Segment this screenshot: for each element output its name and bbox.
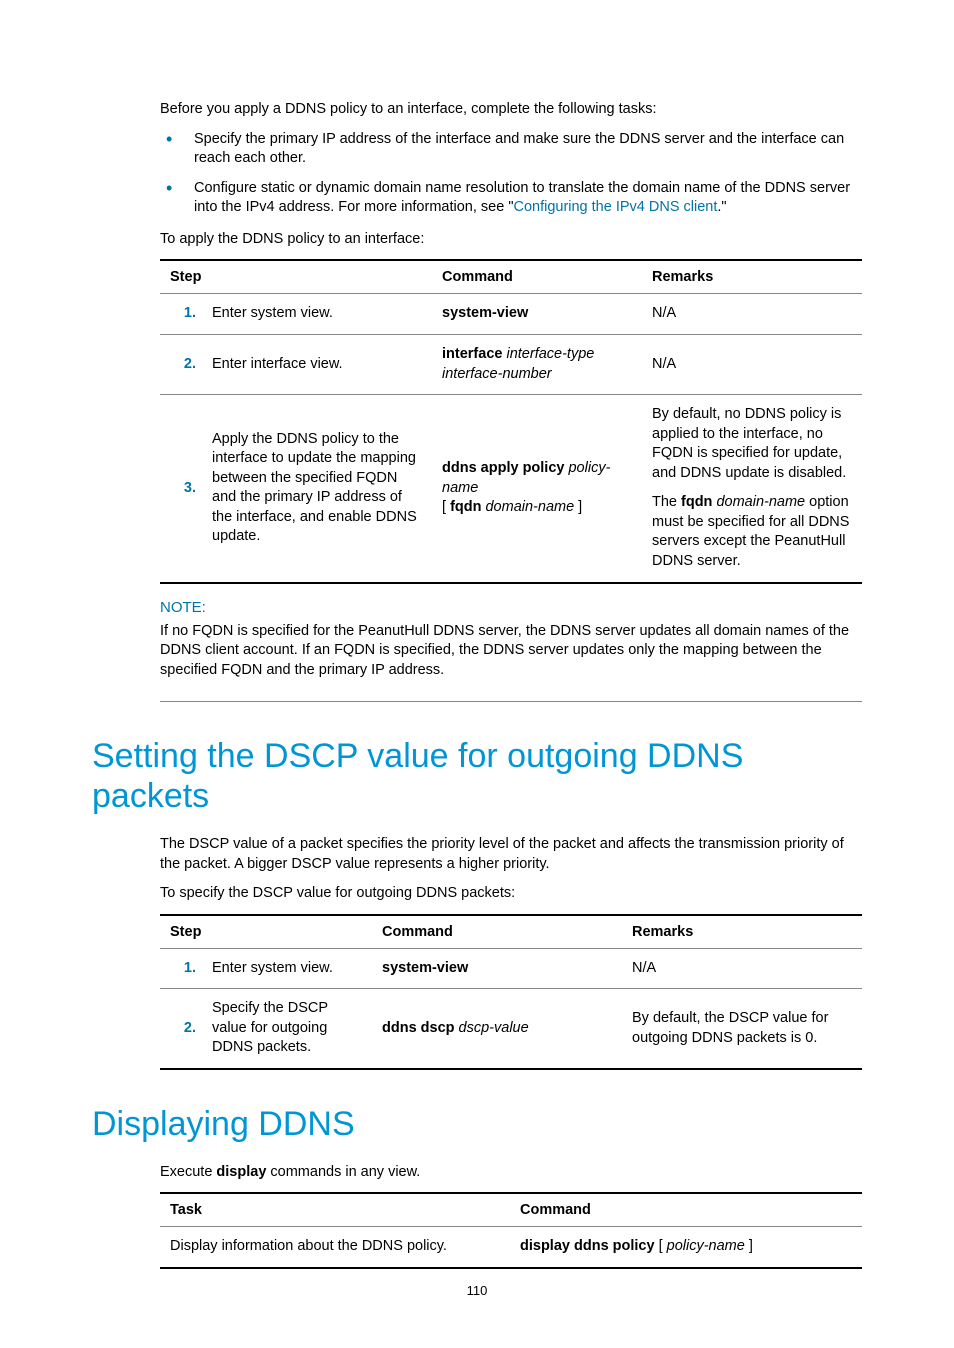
remarks-para: By default, no DDNS policy is applied to… [652,405,852,483]
col-task: Task [160,1193,510,1227]
step-desc: Specify the DSCP value for outgoing DDNS… [202,989,372,1069]
col-step: Step [160,260,432,294]
cmd-italic: dscp-value [455,1020,529,1036]
command-cell: interface interface-type interface-numbe… [432,334,642,394]
table-row: 2. Specify the DSCP value for outgoing D… [160,989,862,1069]
remarks-cell: N/A [622,948,862,989]
main-content: Before you apply a DDNS policy to an int… [160,100,862,1269]
cmd-text: [ [442,499,450,515]
cmd-bold: ddns dscp [382,1020,455,1036]
col-command: Command [510,1193,862,1227]
remarks-cell: N/A [642,334,862,394]
note-label: NOTE: [160,598,862,618]
heading-dscp: Setting the DSCP value for outgoing DDNS… [92,736,862,818]
remarks-cell: By default, no DDNS policy is applied to… [642,395,862,583]
remarks-para: The fqdn domain-name option must be spec… [652,493,852,571]
list-item: Specify the primary IP address of the in… [160,130,862,169]
link-ipv4-dns-client[interactable]: Configuring the IPv4 DNS client [513,199,717,215]
text: Execute [160,1164,216,1180]
command-cell: ddns dscp dscp-value [372,989,622,1069]
list-item: Configure static or dynamic domain name … [160,179,862,218]
step-desc: Enter interface view. [202,334,432,394]
heading-displaying: Displaying DDNS [92,1104,862,1145]
display-para: Execute display commands in any view. [160,1163,862,1183]
step-desc: Enter system view. [202,948,372,989]
display-table: Task Command Display information about t… [160,1192,862,1269]
cmd-italic: domain-name [712,494,805,510]
col-remarks: Remarks [622,915,862,949]
col-remarks: Remarks [642,260,862,294]
note-text: If no FQDN is specified for the PeanutHu… [160,622,862,681]
table-row: 3. Apply the DDNS policy to the interfac… [160,395,862,583]
dscp-para1: The DSCP value of a packet specifies the… [160,835,862,874]
remarks-cell: By default, the DSCP value for outgoing … [622,989,862,1069]
apply-paragraph: To apply the DDNS policy to an interface… [160,230,862,250]
col-command: Command [372,915,622,949]
bullet-text-b: ." [717,199,726,215]
step-number: 3. [160,395,202,583]
step-desc: Enter system view. [202,294,432,335]
cmd-bold: display [216,1164,266,1180]
cmd-bold: fqdn [450,499,481,515]
task-cell: Display information about the DDNS polic… [160,1227,510,1268]
cmd-bold: system-view [382,960,468,976]
table-row: 1. Enter system view. system-view N/A [160,948,862,989]
step-number: 2. [160,989,202,1069]
command-cell: system-view [372,948,622,989]
intro-paragraph: Before you apply a DDNS policy to an int… [160,100,862,120]
cmd-bold: system-view [442,305,528,321]
text: commands in any view. [266,1164,420,1180]
cmd-bold: ddns apply policy [442,460,564,476]
command-cell: ddns apply policy policy-name [ fqdn dom… [432,395,642,583]
col-command: Command [432,260,642,294]
cmd-text: ] [574,499,582,515]
command-cell: display ddns policy [ policy-name ] [510,1227,862,1268]
task-list: Specify the primary IP address of the in… [160,130,862,218]
note-block: NOTE: If no FQDN is specified for the Pe… [160,598,862,702]
command-cell: system-view [432,294,642,335]
cmd-bold: display ddns policy [520,1238,655,1254]
col-step: Step [160,915,372,949]
remarks-cell: N/A [642,294,862,335]
dscp-para2: To specify the DSCP value for outgoing D… [160,884,862,904]
cmd-bold: interface [442,346,502,362]
text: The [652,494,681,510]
step-number: 1. [160,948,202,989]
step-desc: Apply the DDNS policy to the interface t… [202,395,432,583]
cmd-bold: fqdn [681,494,712,510]
cmd-italic: domain-name [481,499,574,515]
ddns-policy-table: Step Command Remarks 1. Enter system vie… [160,259,862,583]
dscp-table: Step Command Remarks 1. Enter system vie… [160,914,862,1070]
table-row: Display information about the DDNS polic… [160,1227,862,1268]
table-row: 1. Enter system view. system-view N/A [160,294,862,335]
step-number: 1. [160,294,202,335]
cmd-italic: policy-name [667,1238,745,1254]
cmd-text: ] [745,1238,753,1254]
cmd-text: [ [655,1238,667,1254]
step-number: 2. [160,334,202,394]
table-row: 2. Enter interface view. interface inter… [160,334,862,394]
